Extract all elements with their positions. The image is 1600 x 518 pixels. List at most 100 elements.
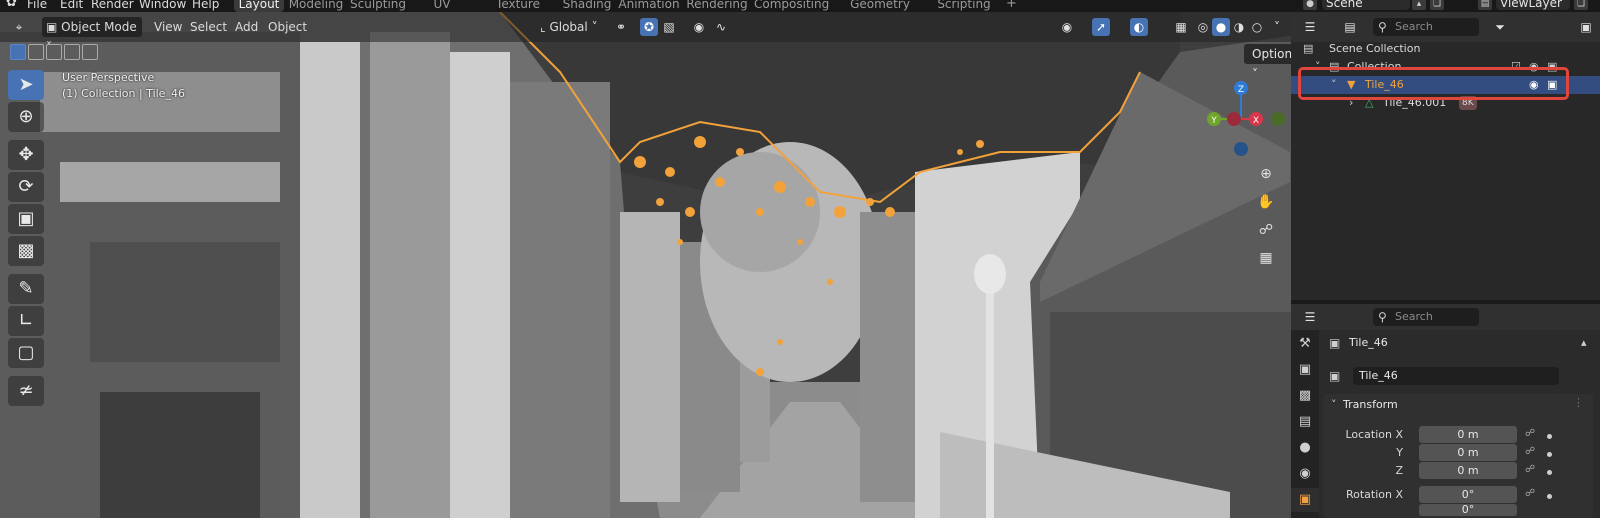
view-layer-tab-icon[interactable]: ▤ <box>1291 410 1319 434</box>
solid-shading-icon[interactable]: ● <box>1212 18 1230 36</box>
transform-panel-title[interactable]: Transform <box>1343 398 1398 411</box>
camera-view-icon[interactable]: ☍ <box>1254 218 1278 242</box>
rendered-shading-icon[interactable]: ○ <box>1248 18 1266 36</box>
outliner-editor-type-icon[interactable]: ☰ <box>1301 18 1319 36</box>
tab-sculpting[interactable]: Sculpting <box>350 0 406 12</box>
tab-layout[interactable]: Layout <box>234 0 284 12</box>
proportional-editing-icon[interactable]: ◉ <box>690 18 708 36</box>
blender-logo-icon[interactable]: ✿ <box>6 0 20 10</box>
world-tab-icon[interactable]: ◉ <box>1291 462 1319 486</box>
select-invert-icon[interactable] <box>64 44 80 60</box>
collapse-arrow-icon[interactable]: ˅ <box>1331 398 1337 411</box>
object-mode-dropdown[interactable]: ▣ Object Mode ˅ <box>42 17 142 54</box>
tab-geometry-nodes[interactable]: Geometry Nodes <box>832 0 928 12</box>
lock-icon[interactable]: ☍ <box>1525 488 1535 499</box>
scene-selector-icon[interactable]: ● <box>1303 0 1317 10</box>
rotation-y-field[interactable]: 0° <box>1419 504 1517 516</box>
outliner-row-scene-collection[interactable]: ▤ Scene Collection <box>1291 40 1600 58</box>
object-tab-icon[interactable]: ▣ <box>1291 488 1319 512</box>
menu-file[interactable]: File <box>27 0 47 12</box>
snap-icon[interactable]: ✪ <box>640 18 658 36</box>
transform-tool-icon[interactable]: ▩ <box>8 236 44 266</box>
overlays-icon[interactable]: ◐ <box>1130 18 1148 36</box>
rotate-tool-icon[interactable]: ⟳ <box>8 172 44 202</box>
navigation-gizmo[interactable]: Z Y X <box>1196 74 1286 164</box>
pin-scene-icon[interactable]: ▴ <box>1412 0 1426 10</box>
location-z-field[interactable]: 0 m <box>1419 462 1517 479</box>
keyframe-dot-icon[interactable] <box>1547 434 1552 439</box>
menu-select[interactable]: Select <box>186 17 231 37</box>
menu-help[interactable]: Help <box>192 0 219 12</box>
curve-tool-icon[interactable]: ≄ <box>8 376 44 406</box>
tab-rendering[interactable]: Rendering <box>686 0 748 12</box>
gizmo-toggle-icon[interactable]: ➚ <box>1092 18 1110 36</box>
visibility-icon[interactable]: ◉ <box>1058 18 1076 36</box>
annotate-tool-icon[interactable]: ✎ <box>8 274 44 304</box>
add-workspace-icon[interactable]: + <box>1006 0 1017 11</box>
outliner-search-input[interactable]: ⚲ Search <box>1373 18 1479 36</box>
select-intersect-icon[interactable] <box>82 44 98 60</box>
new-view-layer-icon[interactable]: ❏ <box>1574 0 1588 10</box>
filter-icon[interactable]: ⏷ <box>1491 18 1509 36</box>
keyframe-dot-icon[interactable] <box>1547 452 1552 457</box>
tab-scripting[interactable]: Scripting <box>934 0 994 12</box>
measure-tool-icon[interactable]: ∟ <box>8 306 44 336</box>
wireframe-shading-icon[interactable]: ◎ <box>1194 18 1212 36</box>
lock-icon[interactable]: ☍ <box>1525 428 1535 439</box>
pivot-point-icon[interactable]: ⚭ <box>612 18 630 36</box>
move-tool-icon[interactable]: ✥ <box>8 140 44 170</box>
view-layer-field[interactable]: ViewLayer <box>1496 0 1570 10</box>
drag-handle-icon[interactable]: ⋮ <box>1573 396 1584 409</box>
snap-target-icon[interactable]: ▧ <box>660 18 678 36</box>
lock-icon[interactable]: ☍ <box>1525 446 1535 457</box>
menu-object[interactable]: Object <box>264 17 311 37</box>
menu-window[interactable]: Window <box>139 0 186 12</box>
cursor-tool-icon[interactable]: ⊕ <box>8 102 44 132</box>
new-collection-icon[interactable]: ▣ <box>1577 18 1595 36</box>
tab-shading[interactable]: Shading <box>562 0 612 12</box>
keyframe-dot-icon[interactable] <box>1547 470 1552 475</box>
rotation-x-field[interactable]: 0° <box>1419 486 1517 503</box>
tab-animation[interactable]: Animation <box>618 0 680 12</box>
scale-tool-icon[interactable]: ▣ <box>8 204 44 234</box>
tool-tab-icon[interactable]: ⚒ <box>1291 332 1319 356</box>
render-tab-icon[interactable]: ▣ <box>1291 358 1319 382</box>
scene-tab-icon[interactable]: ● <box>1291 436 1319 460</box>
tab-texture-paint[interactable]: Texture Paint <box>480 0 556 12</box>
new-scene-icon[interactable]: ❏ <box>1430 0 1444 10</box>
object-type-icon[interactable]: ▣ <box>1329 369 1340 383</box>
pan-hand-icon[interactable]: ✋ <box>1254 190 1278 214</box>
properties-search-input[interactable]: ⚲ Search <box>1373 308 1479 326</box>
lock-icon[interactable]: ☍ <box>1525 464 1535 475</box>
menu-render[interactable]: Render <box>91 0 134 12</box>
view-layer-icon[interactable]: ▤ <box>1478 0 1492 10</box>
select-extend-icon[interactable] <box>28 44 44 60</box>
menu-add[interactable]: Add <box>231 17 262 37</box>
add-cube-tool-icon[interactable]: ▢ <box>8 338 44 368</box>
falloff-icon[interactable]: ∿ <box>712 18 730 36</box>
transform-orientation-dropdown[interactable]: ⌞ Global ˅ <box>536 17 606 37</box>
ortho-grid-icon[interactable]: ▦ <box>1254 246 1278 270</box>
location-y-field[interactable]: 0 m <box>1419 444 1517 461</box>
editor-type-icon[interactable]: ⌖ <box>10 18 28 36</box>
pin-icon[interactable]: ▴ <box>1581 336 1587 349</box>
zoom-icon[interactable]: ⊕ <box>1254 162 1278 186</box>
object-name-field[interactable]: Tile_46 <box>1353 367 1559 385</box>
scene-name-field[interactable]: Scene <box>1322 0 1410 10</box>
menu-view[interactable]: View <box>150 17 186 37</box>
output-tab-icon[interactable]: ▩ <box>1291 384 1319 408</box>
properties-editor-type-icon[interactable]: ☰ <box>1301 308 1319 326</box>
shading-options-icon[interactable]: ˅ <box>1268 18 1286 36</box>
location-x-field[interactable]: 0 m <box>1419 426 1517 443</box>
select-subtract-icon[interactable] <box>46 44 62 60</box>
tab-compositing[interactable]: Compositing <box>754 0 829 12</box>
select-box-tool-icon[interactable]: ➤ <box>8 70 44 100</box>
material-shading-icon[interactable]: ◑ <box>1230 18 1248 36</box>
display-mode-icon[interactable]: ▤ <box>1341 18 1359 36</box>
keyframe-dot-icon[interactable] <box>1547 494 1552 499</box>
tab-modeling[interactable]: Modeling <box>288 0 344 12</box>
xray-icon[interactable]: ▦ <box>1172 18 1190 36</box>
tab-uv-editing[interactable]: UV Editing <box>412 0 472 12</box>
menu-edit[interactable]: Edit <box>60 0 83 12</box>
3d-viewport[interactable]: ⌖ ▣ Object Mode ˅ View Select Add Object… <box>0 12 1316 518</box>
